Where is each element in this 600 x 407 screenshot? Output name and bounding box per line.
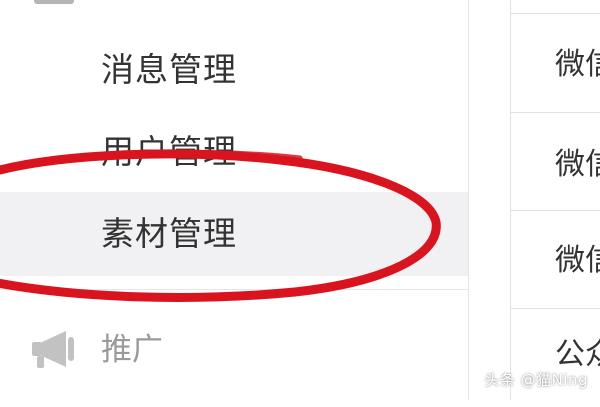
sidebar-item-message-management[interactable]: 消息管理: [0, 28, 468, 112]
list-item-text: 微信: [555, 243, 600, 278]
sidebar-section-promotion[interactable]: 推广: [0, 310, 468, 390]
sidebar-border: [468, 0, 469, 400]
sidebar-group-header: [0, 0, 468, 14]
watermark: 头条 @猫Ning: [484, 371, 588, 389]
list-item: [511, 0, 600, 14]
group-icon: [34, 0, 74, 4]
sidebar-item-label: 用户管理: [101, 132, 237, 171]
list-item[interactable]: 公众: [511, 309, 600, 407]
sidebar-item-label: 消息管理: [101, 50, 237, 89]
sidebar-section-label: 推广: [101, 332, 163, 368]
list-item[interactable]: 微信: [511, 113, 600, 211]
list-item-text: 微信: [555, 147, 600, 182]
list-item[interactable]: 微信: [511, 15, 600, 113]
list-item[interactable]: 微信: [511, 211, 600, 309]
content-list: 微信 微信 微信 公众: [510, 0, 600, 400]
sidebar-item-material-management[interactable]: 素材管理: [0, 192, 468, 276]
sidebar: 消息管理 用户管理 素材管理 推广: [0, 0, 468, 400]
sidebar-item-label: 素材管理: [101, 214, 237, 253]
list-item-text: 微信: [555, 47, 600, 82]
sidebar-item-user-management[interactable]: 用户管理: [0, 110, 468, 194]
section-divider: [0, 289, 468, 290]
megaphone-icon: [32, 331, 74, 368]
